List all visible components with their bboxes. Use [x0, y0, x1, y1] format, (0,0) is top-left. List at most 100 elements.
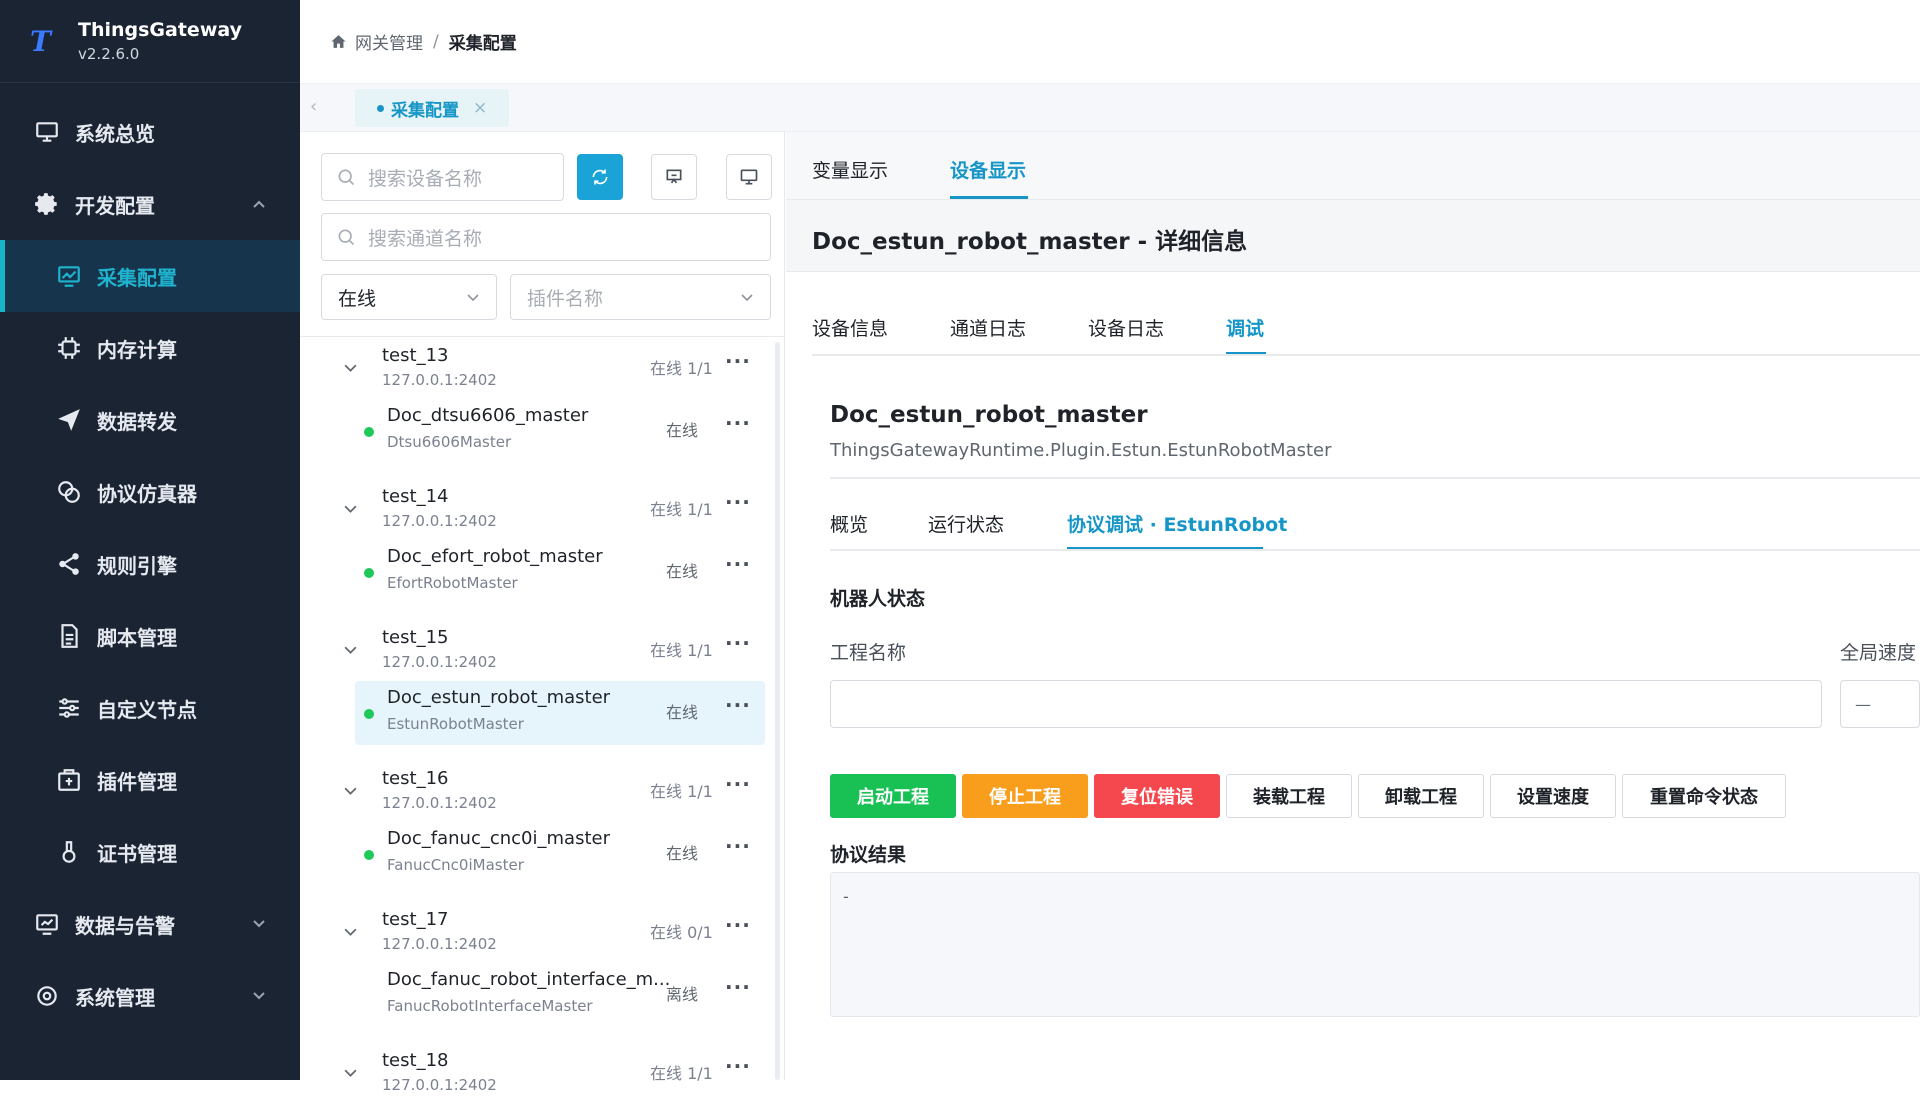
tab-debug[interactable]: 调试: [1226, 314, 1264, 341]
sidebar-item-label: 采集配置: [97, 265, 177, 290]
close-icon[interactable]: ×: [473, 98, 487, 118]
more-icon[interactable]: ···: [725, 490, 751, 514]
display-button[interactable]: [726, 154, 772, 200]
more-icon[interactable]: ···: [725, 631, 751, 655]
chevron-down-icon[interactable]: [343, 925, 358, 940]
sidebar-item-label: 协议仿真器: [97, 481, 197, 506]
stop-project-button[interactable]: 停止工程: [962, 774, 1088, 818]
export-button[interactable]: [651, 154, 697, 200]
device-name: Doc_fanuc_robot_interface_m...: [387, 969, 671, 990]
online-status-dot: [364, 709, 374, 719]
sliders-icon: [55, 694, 83, 722]
tab-channel-log[interactable]: 通道日志: [950, 314, 1026, 341]
more-icon[interactable]: ···: [725, 411, 751, 435]
device-row[interactable]: Doc_fanuc_cnc0i_master FanucCnc0iMaster …: [355, 822, 765, 886]
channel-status: 在线 1/1: [650, 641, 713, 660]
scrollbar[interactable]: [775, 342, 780, 1080]
tab-device-info[interactable]: 设备信息: [812, 314, 888, 341]
channel-row[interactable]: test_18 127.0.0.1:2402 在线 1/1 ···: [300, 1042, 770, 1102]
device-row[interactable]: Doc_efort_robot_master EfortRobotMaster …: [355, 540, 765, 604]
speed-decrement-button[interactable]: —: [1840, 680, 1920, 728]
channel-status: 在线 1/1: [650, 1064, 713, 1083]
sidebar-item-collect-config[interactable]: 采集配置: [0, 240, 300, 312]
channel-row[interactable]: test_13 127.0.0.1:2402 在线 1/1 ···: [300, 337, 770, 397]
sidebar-item-script-manage[interactable]: 脚本管理: [0, 600, 300, 672]
breadcrumb: 网关管理 / 采集配置: [300, 0, 1920, 84]
sidebar-item-system-manage[interactable]: 系统管理: [0, 960, 300, 1032]
device-row[interactable]: Doc_fanuc_robot_interface_m... FanucRobo…: [355, 963, 765, 1027]
start-project-button[interactable]: 启动工程: [830, 774, 956, 818]
channel-status: 在线 0/1: [650, 923, 713, 942]
sidebar-item-protocol-simulator[interactable]: 协议仿真器: [0, 456, 300, 528]
minus-icon: —: [1855, 694, 1871, 714]
sidebar-item-custom-node[interactable]: 自定义节点: [0, 672, 300, 744]
more-icon[interactable]: ···: [725, 772, 751, 796]
tab-collect-config[interactable]: 采集配置 ×: [355, 89, 510, 127]
sidebar-item-label: 数据转发: [97, 409, 177, 434]
channel-row[interactable]: test_17 127.0.0.1:2402 在线 0/1 ···: [300, 901, 770, 961]
reset-command-state-button[interactable]: 重置命令状态: [1622, 774, 1786, 818]
more-icon[interactable]: ···: [725, 975, 751, 999]
send-icon: [55, 406, 83, 434]
reset-error-button[interactable]: 复位错误: [1094, 774, 1220, 818]
tab-device-log[interactable]: 设备日志: [1088, 314, 1164, 341]
sidebar-item-plugin-manage[interactable]: 插件管理: [0, 744, 300, 816]
channel-row[interactable]: test_15 127.0.0.1:2402 在线 1/1 ···: [300, 619, 770, 679]
refresh-button[interactable]: [577, 154, 623, 200]
channel-row[interactable]: test_14 127.0.0.1:2402 在线 1/1 ···: [300, 478, 770, 538]
more-icon[interactable]: ···: [725, 834, 751, 858]
sidebar-item-dev-config[interactable]: 开发配置: [0, 168, 300, 240]
tab-scroll-left-icon[interactable]: ‹: [310, 96, 317, 117]
sidebar-item-data-alarm[interactable]: 数据与告警: [0, 888, 300, 960]
project-name-input[interactable]: [830, 680, 1822, 728]
chevron-down-icon[interactable]: [343, 361, 358, 376]
channel-status: 在线 1/1: [650, 359, 713, 378]
chevron-down-icon[interactable]: [343, 643, 358, 658]
status-select-value: 在线: [338, 287, 377, 310]
detail-header: Doc_estun_robot_master - 详细信息: [786, 200, 1920, 272]
sidebar-item-label: 证书管理: [97, 841, 177, 866]
plugin-select[interactable]: 插件名称: [510, 274, 771, 320]
status-select[interactable]: 在线: [321, 274, 497, 320]
more-icon[interactable]: ···: [725, 913, 751, 937]
more-icon[interactable]: ···: [725, 1054, 751, 1078]
divider: [830, 477, 1920, 479]
device-row-selected[interactable]: Doc_estun_robot_master EstunRobotMaster …: [355, 681, 765, 745]
more-icon[interactable]: ···: [725, 349, 751, 373]
device-row[interactable]: Doc_dtsu6606_master Dtsu6606Master 在线 ··…: [355, 399, 765, 463]
channel-name: test_17: [382, 909, 449, 930]
load-project-button[interactable]: 装载工程: [1226, 774, 1352, 818]
device-class: Dtsu6606Master: [387, 433, 512, 451]
chevron-down-icon[interactable]: [343, 1066, 358, 1081]
unload-project-button[interactable]: 卸载工程: [1358, 774, 1484, 818]
channel-row[interactable]: test_16 127.0.0.1:2402 在线 1/1 ···: [300, 760, 770, 820]
tab-overview[interactable]: 概览: [830, 510, 868, 537]
chevron-down-icon: [467, 294, 479, 302]
sidebar-item-overview[interactable]: 系统总览: [0, 96, 300, 168]
monitor-icon: [740, 169, 758, 185]
device-search-input[interactable]: 搜索设备名称: [321, 153, 564, 201]
more-icon[interactable]: ···: [725, 552, 751, 576]
more-icon[interactable]: ···: [725, 693, 751, 717]
page-title: Doc_estun_robot_master - 详细信息: [812, 229, 1248, 255]
channel-search-input[interactable]: 搜索通道名称: [321, 213, 771, 261]
chevron-down-icon[interactable]: [343, 502, 358, 517]
sidebar-item-cert-manage[interactable]: 证书管理: [0, 816, 300, 888]
set-speed-button[interactable]: 设置速度: [1490, 774, 1616, 818]
divider: [812, 354, 1920, 356]
sidebar-item-memory-compute[interactable]: 内存计算: [0, 312, 300, 384]
breadcrumb-root[interactable]: 网关管理: [355, 29, 423, 54]
sidebar-item-label: 内存计算: [97, 337, 177, 362]
tab-runtime-status[interactable]: 运行状态: [928, 510, 1004, 537]
chip-icon: [55, 334, 83, 362]
active-tab-indicator: [950, 196, 1028, 199]
tab-protocol-debug[interactable]: 协议调试 · EstunRobot: [1067, 510, 1287, 537]
tab-variable-display[interactable]: 变量显示: [812, 156, 888, 183]
breadcrumb-separator: /: [433, 31, 439, 52]
sidebar-item-data-forward[interactable]: 数据转发: [0, 384, 300, 456]
device-status: 在线: [666, 703, 699, 722]
chevron-down-icon[interactable]: [343, 784, 358, 799]
tab-device-display[interactable]: 设备显示: [950, 156, 1026, 183]
sidebar-item-rule-engine[interactable]: 规则引擎: [0, 528, 300, 600]
home-icon[interactable]: [330, 33, 347, 50]
